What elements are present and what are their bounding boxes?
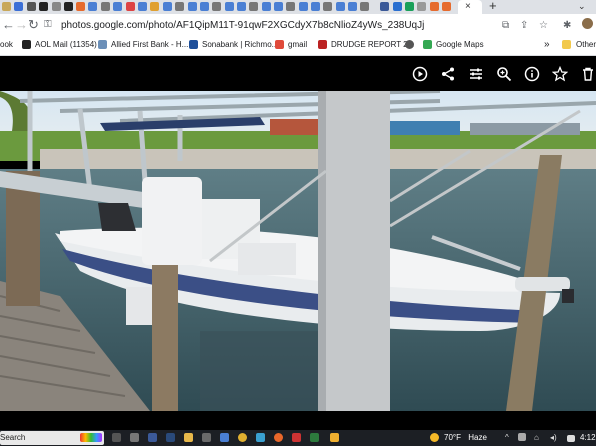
drudge-icon (318, 40, 327, 49)
bookmark-item[interactable]: Allied First Bank - H... (111, 39, 188, 51)
tab-favicon[interactable] (323, 2, 332, 11)
bookmark-item[interactable]: Google Maps (436, 39, 484, 51)
info-icon[interactable] (524, 66, 540, 82)
bank-icon (98, 40, 107, 49)
play-icon[interactable] (412, 66, 428, 82)
share-icon[interactable] (440, 66, 456, 82)
clock[interactable]: 4:12 (580, 432, 596, 444)
tab-favicon[interactable] (64, 2, 73, 11)
tab-search-icon[interactable]: ⌄ (578, 1, 586, 12)
tab-favicon[interactable] (237, 2, 246, 11)
other-bookmarks[interactable]: Other (576, 39, 596, 51)
chrome-icon[interactable] (238, 433, 247, 442)
bookmarks-more-icon[interactable]: » (544, 39, 550, 51)
tab-favicon[interactable] (2, 2, 11, 11)
share-page-icon[interactable]: ⇪ (520, 19, 528, 32)
app-icon[interactable] (330, 433, 339, 442)
bookmark-item[interactable]: Sonabank | Richmo... (202, 39, 278, 51)
tab-favicon[interactable] (262, 2, 271, 11)
zoom-icon[interactable] (496, 66, 512, 82)
tab-favicon[interactable] (188, 2, 197, 11)
tab-favicon[interactable] (442, 2, 451, 11)
reload-icon[interactable]: ↻ (28, 18, 39, 32)
weather-condition: Haze (468, 433, 487, 442)
tab-favicon[interactable] (336, 2, 345, 11)
bookmark-item[interactable]: AOL Mail (11354) (35, 39, 97, 51)
globe-icon (405, 40, 414, 49)
tab-favicon[interactable] (150, 2, 159, 11)
tab-favicon[interactable] (200, 2, 209, 11)
app-icon[interactable] (166, 433, 175, 442)
app-icon[interactable] (130, 433, 139, 442)
tab-favicon[interactable] (274, 2, 283, 11)
facebook-icon[interactable] (148, 433, 157, 442)
tab-favicon[interactable] (225, 2, 234, 11)
tab-favicon[interactable] (14, 2, 23, 11)
tab-favicon[interactable] (380, 2, 389, 11)
tab-favicon[interactable] (249, 2, 258, 11)
mail-icon[interactable] (220, 433, 229, 442)
bookmark-item[interactable]: gmail (288, 39, 307, 51)
volume-icon[interactable]: ◂) (550, 432, 557, 444)
tab-close-icon[interactable]: × (465, 0, 471, 13)
bookmark-item[interactable]: DRUDGE REPORT 2... (331, 39, 414, 51)
tab-favicon[interactable] (76, 2, 85, 11)
tab-favicon[interactable] (417, 2, 426, 11)
tab-favicon[interactable] (405, 2, 414, 11)
tab-favicon[interactable] (163, 2, 172, 11)
tab-favicon[interactable] (348, 2, 357, 11)
tab-favicon[interactable] (286, 2, 295, 11)
app-icon[interactable] (256, 433, 265, 442)
weather-temp: 70°F (444, 433, 461, 442)
tab-favicon[interactable] (88, 2, 97, 11)
tab-favicon[interactable] (212, 2, 221, 11)
tab-favicon[interactable] (27, 2, 36, 11)
tab-favicon[interactable] (175, 2, 184, 11)
tune-icon[interactable] (468, 66, 484, 82)
bank-icon (189, 40, 198, 49)
tab-favicon[interactable] (138, 2, 147, 11)
task-view-icon[interactable] (112, 433, 121, 442)
app-icon[interactable] (202, 433, 211, 442)
aol-icon (22, 40, 31, 49)
forward-icon[interactable]: → (15, 18, 28, 32)
tab-favicon[interactable] (393, 2, 402, 11)
open-in-app-icon[interactable]: ⧉ (502, 19, 509, 32)
tab-favicon[interactable] (360, 2, 369, 11)
rainbow-icon (80, 433, 102, 442)
network-icon[interactable]: ⌂ (534, 432, 539, 444)
address-bar[interactable]: photos.google.com/photo/AF1QipM11T-91qwF… (61, 19, 424, 32)
file-explorer-icon[interactable] (184, 433, 193, 442)
tab-favicon[interactable] (39, 2, 48, 11)
tab-favicon[interactable] (101, 2, 110, 11)
app-icon[interactable] (292, 433, 301, 442)
firefox-icon[interactable] (274, 433, 283, 442)
new-tab-button[interactable]: + (489, 0, 497, 13)
tab-favicon[interactable] (52, 2, 61, 11)
tab-favicon[interactable] (113, 2, 122, 11)
back-icon[interactable]: ← (2, 18, 15, 32)
bookmark-item[interactable]: ook (0, 39, 13, 51)
tab-favicon[interactable] (299, 2, 308, 11)
star-icon[interactable] (552, 66, 568, 82)
app-icon[interactable] (310, 433, 319, 442)
profile-avatar[interactable] (582, 18, 593, 29)
maps-icon (423, 40, 432, 49)
tray-chevron-icon[interactable]: ^ (505, 432, 509, 444)
delete-icon[interactable] (580, 66, 596, 82)
taskbar-search-label: Search (0, 433, 26, 442)
weather-icon[interactable] (430, 433, 439, 442)
folder-icon (562, 40, 571, 49)
bookmark-star-icon[interactable]: ☆ (539, 19, 548, 32)
tab-favicon[interactable] (126, 2, 135, 11)
gmail-icon (275, 40, 284, 49)
battery-icon[interactable] (567, 435, 575, 442)
boat-photo (0, 91, 596, 411)
tab-favicon[interactable] (430, 2, 439, 11)
tab-favicon[interactable] (311, 2, 320, 11)
lock-icon[interactable]: ⚿ (44, 19, 52, 30)
weather-widget[interactable]: 70°F Haze (444, 432, 487, 444)
tray-app-icon[interactable] (518, 433, 526, 441)
extensions-icon[interactable]: ✱ (563, 19, 571, 32)
